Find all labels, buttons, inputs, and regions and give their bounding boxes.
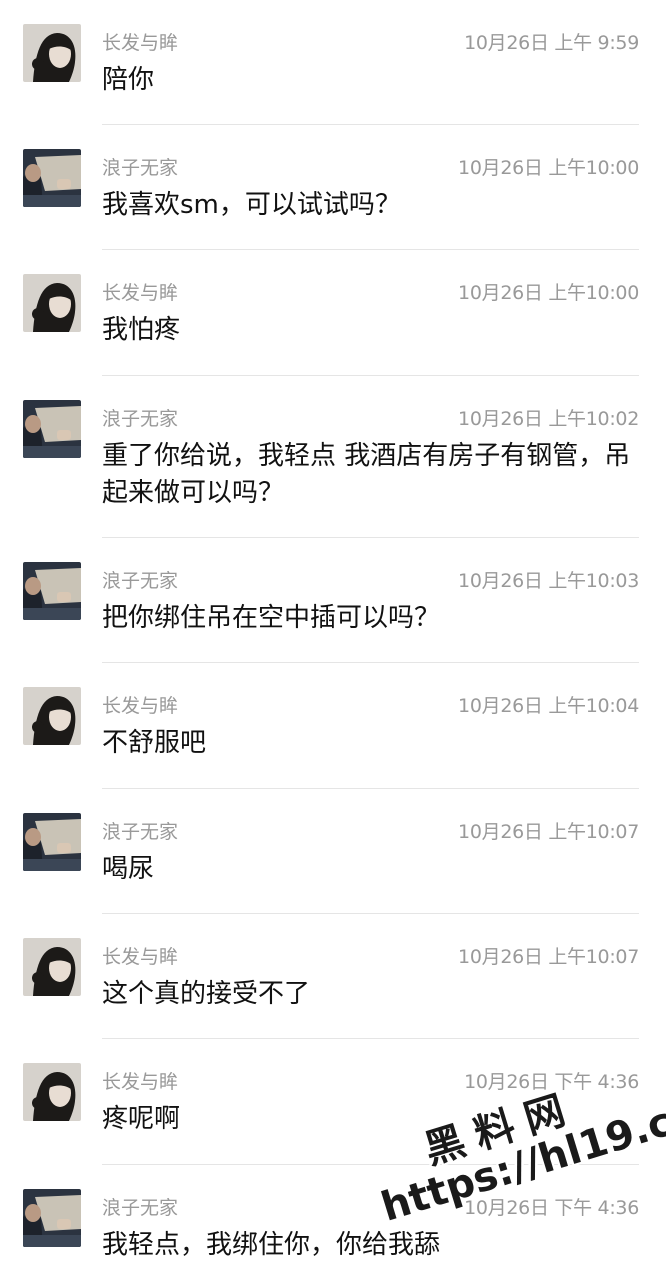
message-item[interactable]: 长发与眸 10月26日 上午 9:59 陪你 bbox=[0, 0, 666, 125]
avatar[interactable] bbox=[23, 687, 81, 745]
message-list: 长发与眸 10月26日 上午 9:59 陪你 浪子无家 10月26日 上午10:… bbox=[0, 0, 666, 1280]
avatar[interactable] bbox=[23, 1189, 81, 1247]
avatar[interactable] bbox=[23, 813, 81, 871]
message-text: 不舒服吧 bbox=[102, 728, 207, 758]
avatar[interactable] bbox=[23, 274, 81, 332]
male-car-avatar-icon bbox=[23, 813, 81, 871]
sender-name: 浪子无家 bbox=[102, 821, 179, 843]
message-item[interactable]: 浪子无家 10月26日 上午10:00 我喜欢sm，可以试试吗？ bbox=[0, 125, 666, 250]
message-time: 10月26日 上午10:07 bbox=[458, 821, 639, 843]
message-time: 10月26日 下午 4:36 bbox=[464, 1071, 639, 1093]
message-text: 重了你给说，我轻点 我酒店有房子有钢管，吊起来做可以吗？ bbox=[102, 441, 631, 508]
message-item[interactable]: 浪子无家 10月26日 上午10:03 把你绑住吊在空中插可以吗？ bbox=[0, 538, 666, 663]
sender-name: 浪子无家 bbox=[102, 570, 179, 592]
message-item[interactable]: 长发与眸 10月26日 上午10:04 不舒服吧 bbox=[0, 663, 666, 789]
avatar[interactable] bbox=[23, 1063, 81, 1121]
message-item[interactable]: 浪子无家 10月26日 上午10:07 喝尿 bbox=[0, 789, 666, 914]
female-avatar-icon bbox=[23, 938, 81, 996]
male-car-avatar-icon bbox=[23, 149, 81, 207]
sender-name: 浪子无家 bbox=[102, 408, 179, 430]
message-item[interactable]: 浪子无家 10月26日 上午10:02 重了你给说，我轻点 我酒店有房子有钢管，… bbox=[0, 376, 666, 538]
avatar[interactable] bbox=[23, 400, 81, 458]
message-time: 10月26日 下午 4:36 bbox=[464, 1197, 639, 1219]
male-car-avatar-icon bbox=[23, 1189, 81, 1247]
message-text: 我喜欢sm，可以试试吗？ bbox=[102, 190, 401, 220]
sender-name: 长发与眸 bbox=[102, 946, 179, 968]
message-text: 这个真的接受不了 bbox=[102, 979, 311, 1009]
sender-name: 长发与眸 bbox=[102, 695, 179, 717]
avatar[interactable] bbox=[23, 562, 81, 620]
message-time: 10月26日 上午10:02 bbox=[458, 408, 639, 430]
message-time: 10月26日 上午10:04 bbox=[458, 695, 639, 717]
male-car-avatar-icon bbox=[23, 562, 81, 620]
message-text: 喝尿 bbox=[102, 854, 155, 884]
message-text: 我怕疼 bbox=[102, 315, 181, 345]
message-time: 10月26日 上午10:07 bbox=[458, 946, 639, 968]
message-text: 陪你 bbox=[102, 65, 155, 95]
message-text: 我轻点，我绑住你，你给我舔 bbox=[102, 1230, 441, 1260]
sender-name: 长发与眸 bbox=[102, 32, 179, 54]
sender-name: 长发与眸 bbox=[102, 1071, 179, 1093]
message-time: 10月26日 上午10:03 bbox=[458, 570, 639, 592]
sender-name: 浪子无家 bbox=[102, 157, 179, 179]
female-avatar-icon bbox=[23, 274, 81, 332]
male-car-avatar-icon bbox=[23, 400, 81, 458]
avatar[interactable] bbox=[23, 938, 81, 996]
sender-name: 浪子无家 bbox=[102, 1197, 179, 1219]
message-item[interactable]: 浪子无家 10月26日 下午 4:36 我轻点，我绑住你，你给我舔 bbox=[0, 1165, 666, 1280]
message-text: 把你绑住吊在空中插可以吗？ bbox=[102, 603, 441, 633]
message-time: 10月26日 上午10:00 bbox=[458, 157, 639, 179]
female-avatar-icon bbox=[23, 1063, 81, 1121]
message-item[interactable]: 长发与眸 10月26日 上午10:00 我怕疼 bbox=[0, 250, 666, 376]
message-item[interactable]: 长发与眸 10月26日 上午10:07 这个真的接受不了 bbox=[0, 914, 666, 1039]
message-text: 疼呢啊 bbox=[102, 1104, 181, 1134]
avatar[interactable] bbox=[23, 24, 81, 82]
message-time: 10月26日 上午10:00 bbox=[458, 282, 639, 304]
avatar[interactable] bbox=[23, 149, 81, 207]
message-time: 10月26日 上午 9:59 bbox=[464, 32, 639, 54]
female-avatar-icon bbox=[23, 687, 81, 745]
sender-name: 长发与眸 bbox=[102, 282, 179, 304]
female-avatar-icon bbox=[23, 24, 81, 82]
message-item[interactable]: 长发与眸 10月26日 下午 4:36 疼呢啊 bbox=[0, 1039, 666, 1165]
